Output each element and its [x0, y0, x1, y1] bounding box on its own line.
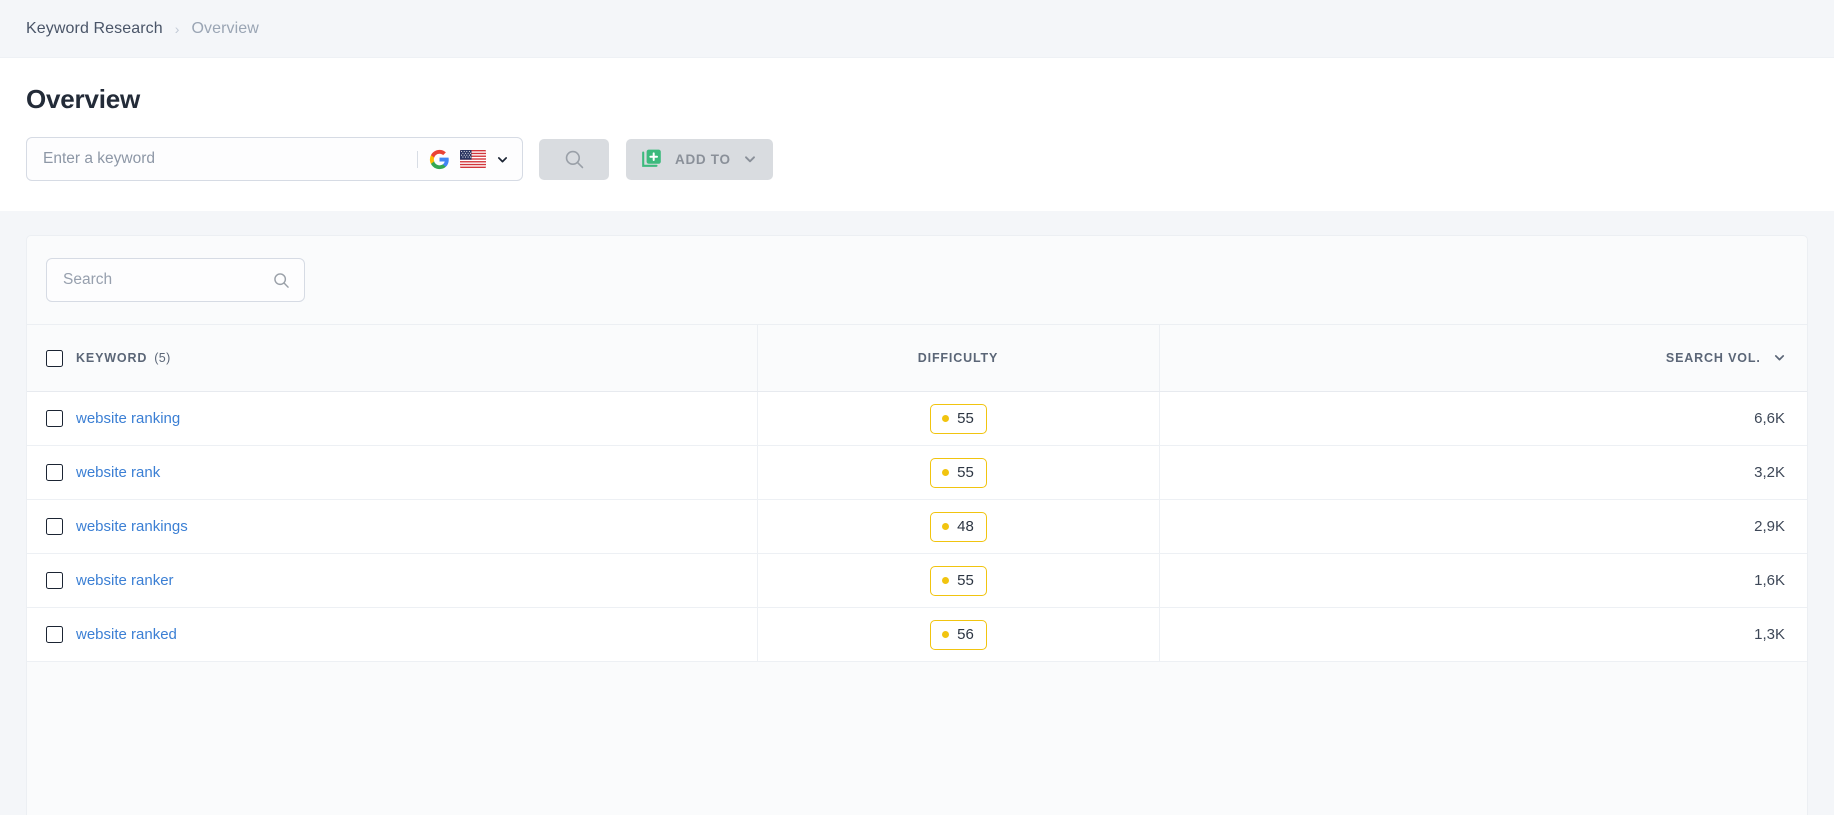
cell-keyword: website ranked	[27, 607, 757, 662]
table-row: website rankings 48 2,9K	[27, 499, 1807, 554]
cell-keyword: website rankings	[27, 499, 757, 554]
difficulty-value: 48	[957, 518, 974, 535]
keyword-search-row: ADD TO	[0, 115, 1834, 211]
row-checkbox[interactable]	[46, 572, 63, 589]
cell-difficulty: 55	[756, 391, 1159, 446]
keyword-link[interactable]: website rankings	[76, 518, 188, 535]
cell-keyword: website ranking	[27, 391, 757, 446]
search-button[interactable]	[539, 138, 609, 180]
content-area: KEYWORD (5) DIFFICULTY SEARCH VOL.	[0, 211, 1834, 815]
difficulty-badge: 48	[929, 511, 987, 542]
table-body: website ranking 55 6,6K website rank 55 3,2K w…	[27, 391, 1807, 662]
breadcrumb-parent[interactable]: Keyword Research	[26, 20, 163, 38]
table-row: website rank 55 3,2K	[27, 445, 1807, 500]
row-checkbox[interactable]	[46, 626, 63, 643]
difficulty-dot-icon	[942, 577, 950, 584]
breadcrumb-separator: ›	[174, 20, 180, 37]
column-header-keyword[interactable]: KEYWORD (5)	[27, 324, 757, 392]
breadcrumb: Keyword Research › Overview	[0, 0, 1834, 58]
row-checkbox[interactable]	[46, 464, 63, 481]
add-to-button[interactable]: ADD TO	[626, 138, 773, 180]
difficulty-badge: 55	[929, 403, 987, 434]
page-title: Overview	[26, 84, 141, 114]
keyword-link[interactable]: website ranker	[76, 572, 174, 589]
keyword-input-wrapper[interactable]	[26, 137, 523, 181]
search-icon	[565, 150, 583, 168]
table-header-row: KEYWORD (5) DIFFICULTY SEARCH VOL.	[27, 324, 1807, 392]
cell-difficulty: 55	[756, 553, 1159, 608]
table-row: website ranked 56 1,3K	[27, 607, 1807, 662]
keywords-card: KEYWORD (5) DIFFICULTY SEARCH VOL.	[26, 235, 1808, 815]
keyword-link[interactable]: website rank	[76, 464, 160, 481]
keywords-table: KEYWORD (5) DIFFICULTY SEARCH VOL. websi…	[27, 324, 1807, 662]
add-to-list-icon	[642, 149, 661, 167]
cell-keyword: website rank	[27, 445, 757, 500]
difficulty-badge: 55	[929, 565, 987, 596]
cell-difficulty: 55	[756, 445, 1159, 500]
us-flag-icon	[460, 150, 486, 168]
difficulty-badge: 56	[929, 619, 987, 650]
difficulty-value: 55	[957, 410, 974, 427]
add-to-label: ADD TO	[675, 151, 731, 167]
cell-keyword: website ranker	[27, 553, 757, 608]
keyword-link[interactable]: website ranking	[76, 410, 180, 427]
difficulty-dot-icon	[942, 415, 950, 422]
chevron-down-icon	[1774, 355, 1785, 361]
column-header-search-volume-label: SEARCH VOL.	[1665, 351, 1761, 365]
keyword-count: (5)	[154, 351, 171, 365]
row-checkbox[interactable]	[46, 518, 63, 535]
difficulty-value: 55	[957, 572, 974, 589]
difficulty-badge: 55	[929, 457, 987, 488]
column-header-keyword-label: KEYWORD	[76, 351, 148, 365]
cell-difficulty: 48	[756, 499, 1159, 554]
difficulty-dot-icon	[942, 469, 950, 476]
keyword-input[interactable]	[43, 150, 413, 168]
difficulty-value: 56	[957, 626, 974, 643]
column-header-search-volume[interactable]: SEARCH VOL.	[1158, 324, 1807, 392]
card-toolbar	[27, 236, 1807, 324]
google-icon	[429, 149, 449, 169]
input-divider	[417, 150, 418, 168]
keyword-link[interactable]: website ranked	[76, 626, 177, 643]
difficulty-dot-icon	[942, 631, 950, 638]
column-header-difficulty[interactable]: DIFFICULTY	[756, 324, 1159, 392]
difficulty-dot-icon	[942, 523, 950, 530]
cell-search-volume: 1,6K	[1158, 553, 1807, 608]
cell-difficulty: 56	[756, 607, 1159, 662]
difficulty-value: 55	[957, 464, 974, 481]
cell-search-volume: 6,6K	[1158, 391, 1807, 446]
column-header-difficulty-label: DIFFICULTY	[917, 351, 999, 365]
chevron-down-icon[interactable]	[497, 154, 508, 165]
table-search-wrapper[interactable]	[46, 258, 305, 302]
chevron-down-icon	[744, 156, 755, 163]
select-all-checkbox[interactable]	[46, 349, 63, 367]
table-row: website ranker 55 1,6K	[27, 553, 1807, 608]
cell-search-volume: 2,9K	[1158, 499, 1807, 554]
cell-search-volume: 1,3K	[1158, 607, 1807, 662]
breadcrumb-current: Overview	[191, 19, 259, 37]
cell-search-volume: 3,2K	[1158, 445, 1807, 500]
row-checkbox[interactable]	[46, 410, 63, 427]
table-search-input[interactable]	[63, 271, 272, 289]
table-row: website ranking 55 6,6K	[27, 391, 1807, 446]
search-icon[interactable]	[272, 271, 291, 290]
page-header: Overview	[0, 58, 1834, 115]
